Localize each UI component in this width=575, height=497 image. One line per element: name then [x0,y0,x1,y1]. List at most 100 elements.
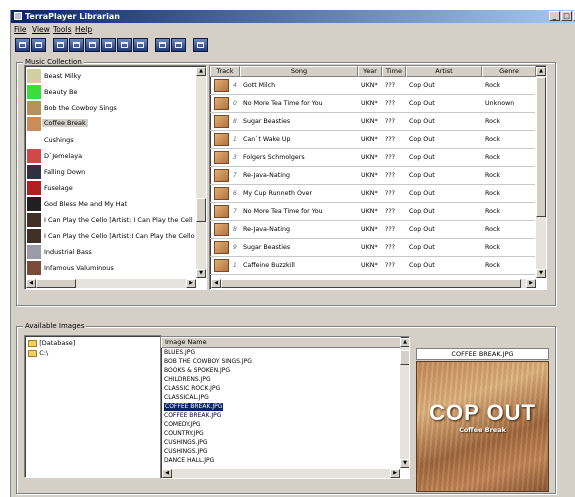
image-list-item[interactable]: COFFEE BREAK.JPG [164,403,224,411]
table-row[interactable]: 4 Gott Milch UKN*??? Cop Out Rock [210,77,535,95]
toolbar-button-8[interactable] [133,38,148,52]
scroll-hthumb[interactable] [221,279,521,288]
image-list-item[interactable]: BOOKS & SPOKEN.JPG [164,367,230,375]
image-list-item[interactable]: CLASSIC ROCK.JPG [164,385,220,393]
toolbar-button-2[interactable] [31,38,46,52]
table-row[interactable]: 8 Re-Java-Nating UKN*??? Cop Out Rock [210,221,535,239]
album-list-item[interactable]: Beauty Be [27,84,197,100]
image-list-item[interactable]: BLUES.JPG [164,349,195,357]
scroll-thumb[interactable] [536,77,546,217]
album-list-item[interactable]: Falling Down [27,164,197,180]
toolbar-button-5[interactable] [85,38,100,52]
minimize-button[interactable]: _ [549,11,560,21]
table-row[interactable]: 9 Sugar Beasties UKN*??? Cop Out Rock [210,239,535,257]
scroll-down-arrow[interactable]: ▼ [196,269,206,278]
image-list-item[interactable]: COUNTRY.JPG [164,430,204,438]
image-list-item[interactable]: BOB THE COWBOY SINGS.JPG [164,358,252,366]
image-list-item[interactable]: CUSHINGS.JPG [164,439,208,447]
table-row[interactable]: 7 Re-Java-Nating UKN*??? Cop Out Rock [210,167,535,185]
cell-genre: Rock [485,82,501,89]
scroll-up-arrow[interactable]: ▲ [536,67,546,76]
toolbar [15,38,575,54]
toolbar-button-11[interactable] [193,38,208,52]
scroll-down-arrow[interactable]: ▼ [536,269,546,278]
toolbar-button-1[interactable] [15,38,30,52]
menu-bar: File View Tools Help [11,24,575,35]
folder-item-database[interactable]: [Database] [28,339,75,347]
table-row[interactable]: 3 Folgers Schmolgers UKN*??? Cop Out Rock [210,149,535,167]
image-list-item[interactable]: CHILDRENS.JPG [164,376,211,384]
album-list-item[interactable]: Bob the Cowboy Sings [27,100,197,116]
cell-song: No More Tea Time for You [243,100,323,107]
column-header-genre[interactable]: Genre [482,66,536,77]
table-row[interactable]: 1 Can`t Wake Up UKN*??? Cop Out Rock [210,131,535,149]
menu-file[interactable]: File [14,25,27,34]
column-header-track[interactable]: Track [210,66,240,77]
column-header-song[interactable]: Song [240,66,358,77]
scroll-hthumb[interactable] [36,279,76,288]
image-list-item[interactable]: CLASSICAL.JPG [164,394,209,402]
table-row[interactable]: 7 No More Tea Time for You UKN*??? Cop Out R… [210,203,535,221]
track-table-hscrollbar[interactable]: ◀ ▶ [211,279,536,288]
scroll-right-arrow[interactable]: ▶ [186,279,196,288]
album-list-item[interactable]: God Bless Me and My Hat [27,196,197,212]
scroll-thumb[interactable] [196,198,206,222]
maximize-button[interactable]: □ [561,11,572,21]
scroll-left-arrow[interactable]: ◀ [26,279,36,288]
album-title: Falling Down [44,168,86,176]
image-list-item[interactable]: COMEDY.JPG [164,421,201,429]
table-row[interactable]: 8 Sugar Beasties UKN*??? Cop Out Rock [210,113,535,131]
album-list-item[interactable]: Cushings [27,132,197,148]
cell-time: ??? [385,154,396,161]
album-list-item[interactable]: Fuselage [27,180,197,196]
image-list-vscrollbar[interactable]: ▲ ▼ [400,338,409,468]
album-list-item[interactable]: Industrial Bass [27,244,197,260]
menu-help[interactable]: Help [75,25,92,34]
scroll-right-arrow[interactable]: ▶ [390,469,400,478]
album-title: Bob the Cowboy Sings [44,104,117,112]
menu-view[interactable]: View [32,25,50,34]
image-list-item[interactable]: CUSHINGS.JPG [164,448,208,456]
table-row[interactable]: 6 My Cup Runneth Over UKN*??? Cop Out Rock [210,185,535,203]
album-list-item[interactable]: Infamous Valuminous [27,260,197,276]
image-list-hscrollbar[interactable]: ◀ ▶ [162,469,400,478]
image-name-header[interactable]: Image Name [161,337,401,348]
album-list-hscrollbar[interactable]: ◀ ▶ [26,279,196,288]
table-row[interactable]: 0 No More Tea Time for You UKN*??? Cop Out U… [210,95,535,113]
scroll-left-arrow[interactable]: ◀ [211,279,221,288]
column-header-year[interactable]: Year [358,66,382,77]
scroll-left-arrow[interactable]: ◀ [162,469,172,478]
track-table-vscrollbar[interactable]: ▲ ▼ [536,67,546,278]
cell-song: No More Tea Time for You [243,208,323,215]
toolbar-button-9[interactable] [155,38,170,52]
track-number: 3 [233,154,237,161]
toolbar-button-7[interactable] [117,38,132,52]
image-list-item[interactable]: DANCE HALL.JPG [164,457,214,465]
column-header-artist[interactable]: Artist [406,66,482,77]
toolbar-button-4[interactable] [69,38,84,52]
cell-artist: Cop Out [409,262,435,269]
scroll-up-arrow[interactable]: ▲ [196,67,206,76]
album-title: I Can Play the Cello [Artist: I Can Play… [44,216,193,224]
album-list-item[interactable]: Coffee Break [27,116,197,132]
menu-tools[interactable]: Tools [53,25,71,34]
scroll-down-arrow[interactable]: ▼ [400,459,409,468]
album-list-item[interactable]: I Can Play the Cello [Artist:I Can Play … [27,228,197,244]
album-list-item[interactable]: D`Jemelaya [27,148,197,164]
album-list-item[interactable]: Beast Milky [27,68,197,84]
scroll-thumb[interactable] [400,350,409,365]
album-list-vscrollbar[interactable]: ▲ ▼ [196,67,206,278]
toolbar-button-10[interactable] [171,38,186,52]
image-list-item[interactable]: COFFEE BREAK.JPG [164,412,221,420]
table-row[interactable]: 1 Caffeine Buzzkill UKN*??? Cop Out Rock [210,257,535,275]
track-number: 7 [233,208,237,215]
toolbar-button-3[interactable] [53,38,68,52]
album-list-item[interactable]: I Can Play the Cello [Artist: I Can Play… [27,212,197,228]
cell-artist: Cop Out [409,100,435,107]
scroll-right-arrow[interactable]: ▶ [526,279,536,288]
folder-item-c-drive[interactable]: C:\ [28,349,48,357]
track-number: 4 [233,82,237,89]
column-header-time[interactable]: Time [382,66,406,77]
scroll-up-arrow[interactable]: ▲ [400,338,409,347]
toolbar-button-6[interactable] [101,38,116,52]
